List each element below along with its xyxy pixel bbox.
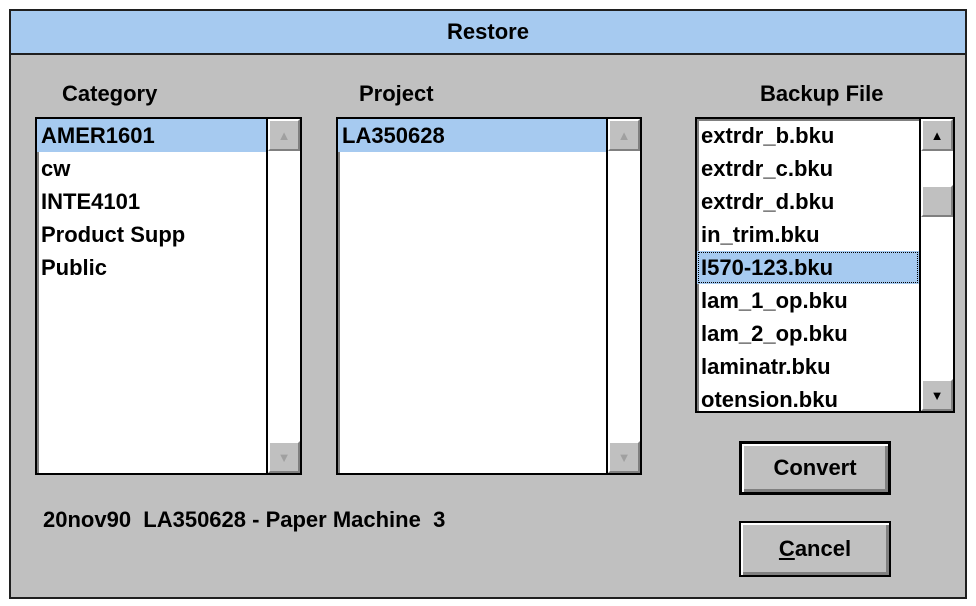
- cancel-accelerator: C: [778, 536, 795, 561]
- category-item[interactable]: Product Supp: [37, 218, 266, 251]
- title-bar[interactable]: Restore: [11, 11, 965, 55]
- dialog-title: Restore: [447, 19, 529, 44]
- backup-file-item[interactable]: lam_2_op.bku: [697, 317, 919, 350]
- project-item[interactable]: LA350628: [338, 119, 606, 152]
- backup-file-item[interactable]: extrdr_d.bku: [697, 185, 919, 218]
- category-scrollbar[interactable]: ▲ ▼: [266, 119, 300, 473]
- category-item[interactable]: Public: [37, 251, 266, 284]
- project-label: Project: [359, 81, 434, 106]
- scroll-up-arrow-icon[interactable]: ▲: [608, 119, 640, 151]
- backup-file-listbox[interactable]: extrdr_b.bku extrdr_c.bku extrdr_d.bku i…: [695, 117, 955, 413]
- backup-file-item[interactable]: otension.bku: [697, 383, 919, 411]
- scroll-up-arrow-icon[interactable]: ▲: [921, 119, 953, 151]
- project-scrollbar[interactable]: ▲ ▼: [606, 119, 640, 473]
- category-label: Category: [62, 81, 158, 106]
- backup-file-item[interactable]: extrdr_b.bku: [697, 119, 919, 152]
- convert-button-label: Convert: [773, 455, 857, 480]
- scroll-thumb[interactable]: [921, 185, 953, 217]
- restore-dialog: Restore Category AMER1601 cw INTE4101 Pr…: [9, 9, 967, 599]
- backup-file-item[interactable]: lam_1_op.bku: [697, 284, 919, 317]
- project-listbox[interactable]: LA350628 ▲ ▼: [336, 117, 642, 475]
- backup-file-item[interactable]: laminatr.bku: [697, 350, 919, 383]
- category-listbox[interactable]: AMER1601 cw INTE4101 Product Supp Public…: [35, 117, 302, 475]
- cancel-button[interactable]: Cancel: [739, 521, 891, 577]
- category-item[interactable]: INTE4101: [37, 185, 266, 218]
- backup-file-item[interactable]: I570-123.bku: [697, 251, 919, 284]
- category-item[interactable]: cw: [37, 152, 266, 185]
- cancel-button-label: Cancel: [779, 536, 851, 562]
- project-description: 20nov90 LA350628 - Paper Machine 3: [43, 507, 446, 532]
- backup-file-item[interactable]: in_trim.bku: [697, 218, 919, 251]
- backup-file-label: Backup File: [760, 81, 884, 106]
- scroll-up-arrow-icon[interactable]: ▲: [268, 119, 300, 151]
- backup-file-item[interactable]: extrdr_c.bku: [697, 152, 919, 185]
- backup-file-scrollbar[interactable]: ▲ ▼: [919, 119, 953, 411]
- scroll-down-arrow-icon[interactable]: ▼: [921, 379, 953, 411]
- cancel-label-rest: ancel: [794, 536, 852, 561]
- category-item[interactable]: AMER1601: [37, 119, 266, 152]
- scroll-down-arrow-icon[interactable]: ▼: [608, 441, 640, 473]
- convert-button[interactable]: Convert: [739, 441, 891, 495]
- scroll-down-arrow-icon[interactable]: ▼: [268, 441, 300, 473]
